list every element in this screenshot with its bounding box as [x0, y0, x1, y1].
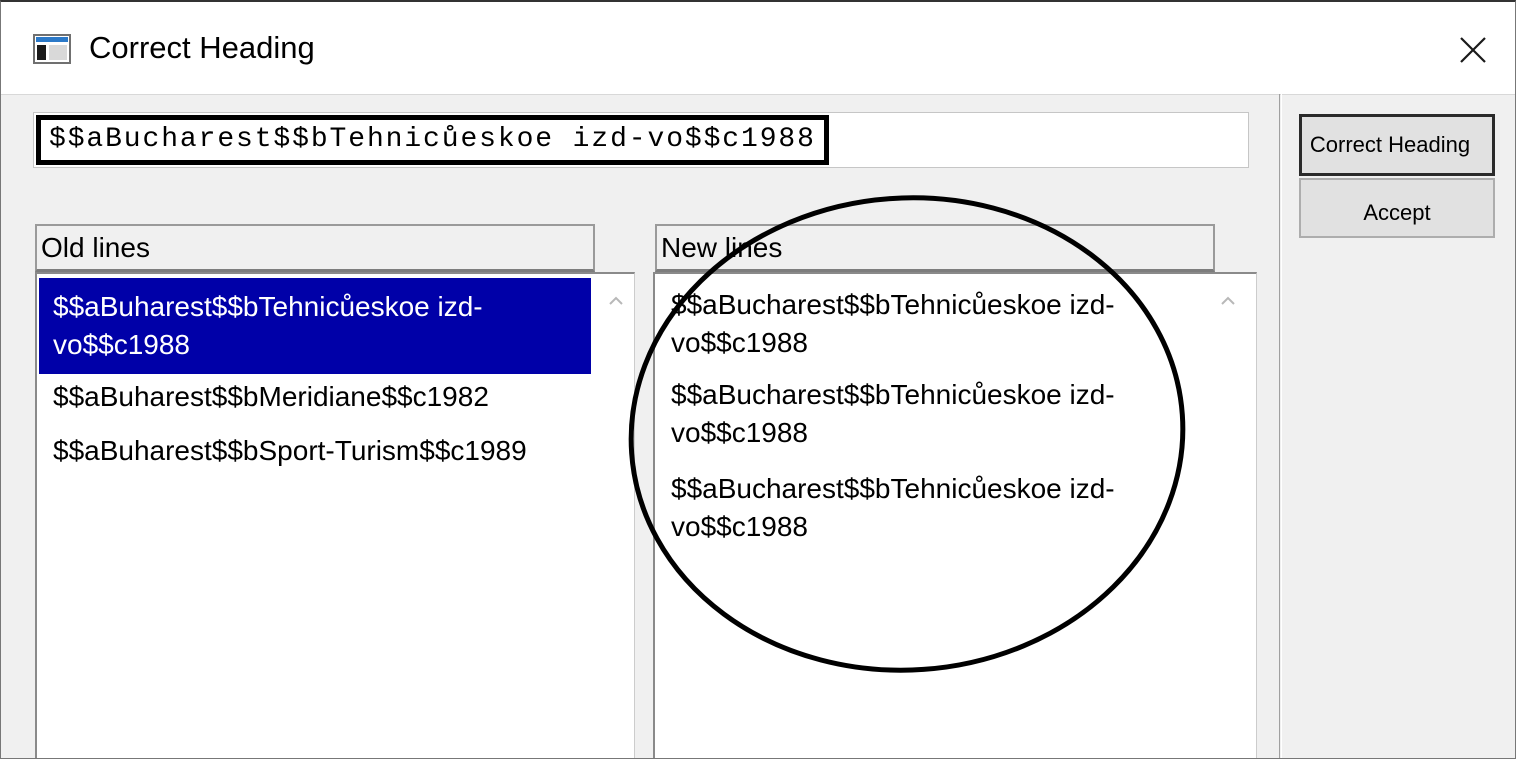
old-line-item[interactable]: $$aBuharest$$bMeridiane$$c1982 [39, 378, 591, 416]
window-app-icon [33, 34, 71, 64]
close-button[interactable] [1447, 24, 1499, 76]
accept-button-label: Accept [1363, 200, 1431, 225]
scroll-up-arrow-icon[interactable] [605, 292, 627, 310]
new-line-item[interactable]: $$aBucharest$$bTehnicůeskoe izd-vo$$c198… [657, 376, 1209, 452]
scroll-up-arrow-icon[interactable] [1217, 292, 1239, 310]
correct-heading-dialog: Correct Heading $$aBucharest$$bTehnicůes… [0, 0, 1516, 759]
heading-field-frame: $$aBucharest$$bTehnicůeskoe izd-vo$$c198… [33, 112, 1249, 168]
old-lines-header[interactable]: Old lines [35, 224, 595, 272]
new-line-item[interactable]: $$aBucharest$$bTehnicůeskoe izd-vo$$c198… [657, 470, 1209, 546]
correct-heading-button[interactable]: Correct Heading [1299, 114, 1495, 176]
heading-input[interactable]: $$aBucharest$$bTehnicůeskoe izd-vo$$c198… [36, 115, 829, 165]
accept-button[interactable]: Accept [1299, 178, 1495, 238]
new-line-item[interactable]: $$aBucharest$$bTehnicůeskoe izd-vo$$c198… [657, 286, 1209, 362]
new-lines-header[interactable]: New lines [655, 224, 1215, 272]
window-title: Correct Heading [89, 30, 315, 65]
old-line-item-selected[interactable]: $$aBuharest$$bTehnicůeskoe izd-vo$$c1988 [39, 278, 591, 374]
new-lines-list[interactable]: $$aBucharest$$bTehnicůeskoe izd-vo$$c198… [653, 272, 1257, 758]
old-line-item[interactable]: $$aBuharest$$bSport-Turism$$c1989 [39, 432, 591, 470]
correct-heading-button-label: Correct Heading [1309, 132, 1471, 157]
close-icon [1460, 37, 1486, 63]
title-bar[interactable]: Correct Heading [1, 2, 1515, 95]
old-lines-list[interactable]: $$aBuharest$$bTehnicůeskoe izd-vo$$c1988… [35, 272, 635, 758]
panel-divider [1279, 94, 1282, 758]
